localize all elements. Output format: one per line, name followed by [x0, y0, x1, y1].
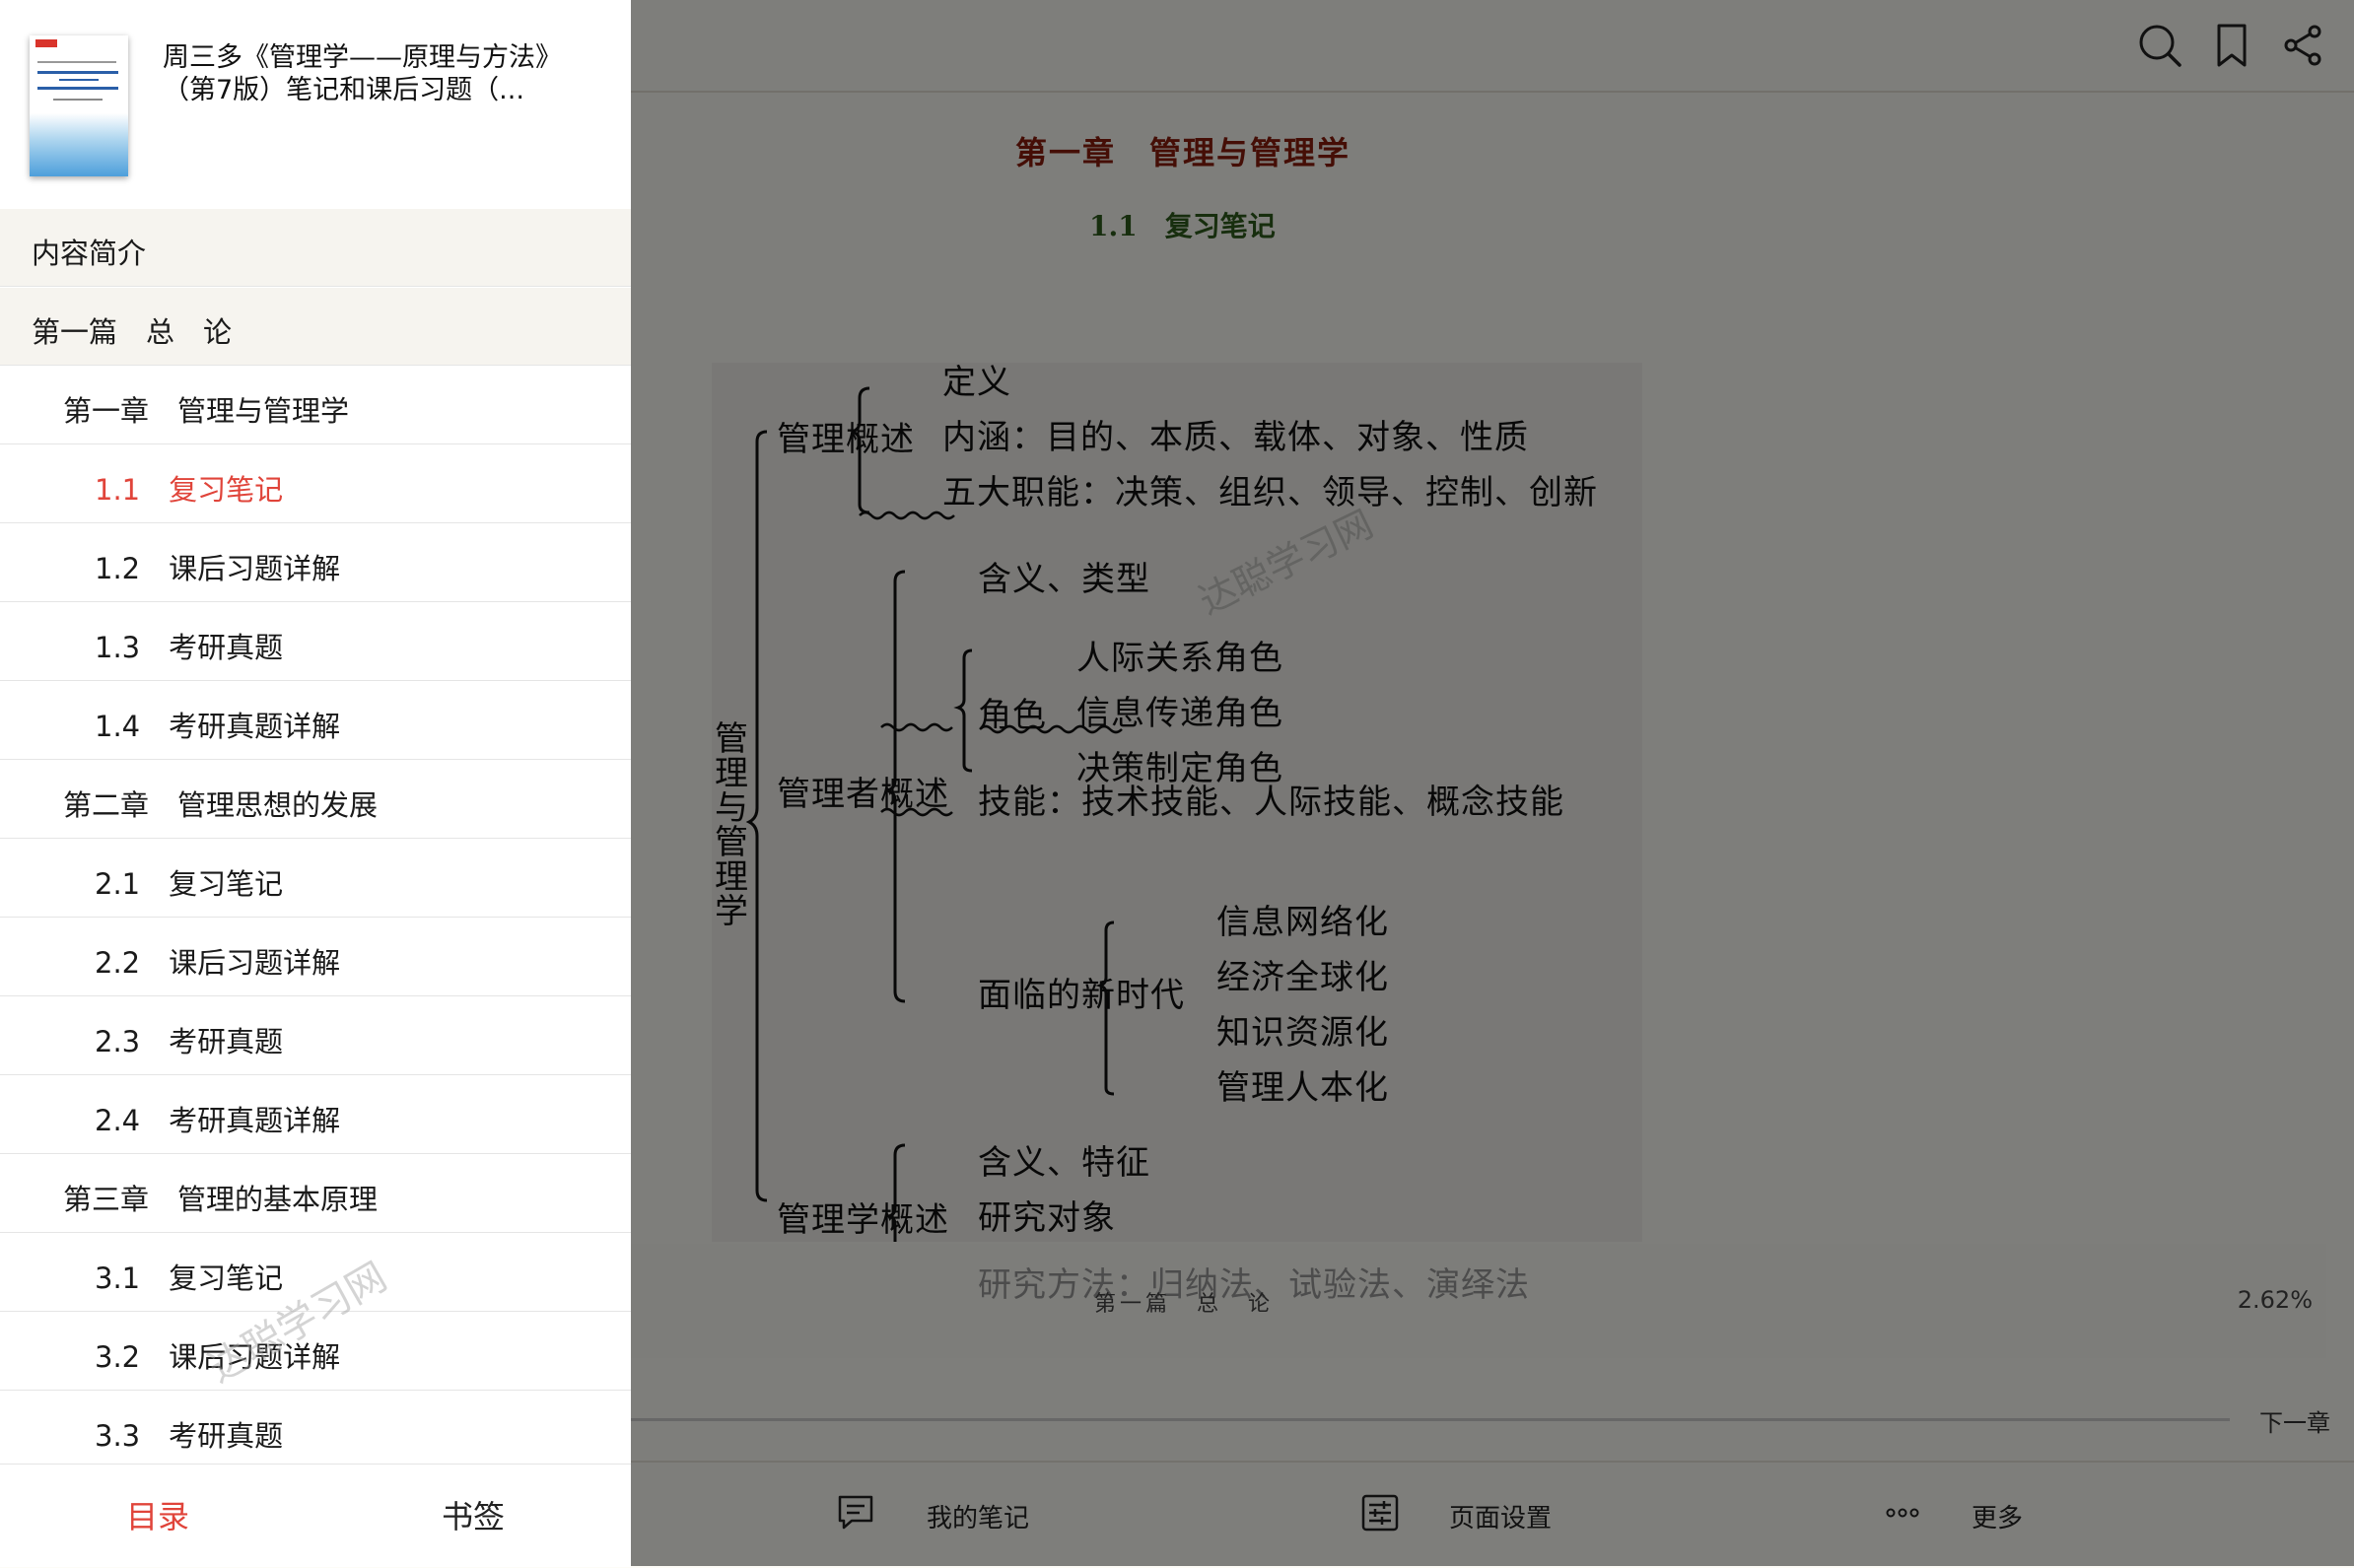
- toc-item-label: 3.1 复习笔记: [95, 1261, 284, 1295]
- toc-item[interactable]: 内容简介: [0, 209, 631, 287]
- publisher-logo: [35, 39, 57, 47]
- toc-item[interactable]: 2.2 课后习题详解: [0, 919, 631, 996]
- toc-item[interactable]: 第一章 管理与管理学: [0, 367, 631, 444]
- toc-item-label: 内容简介: [32, 237, 147, 270]
- toc-item-label: 2.3 考研真题: [95, 1025, 284, 1058]
- tab-bookmarks[interactable]: 书签: [442, 1492, 505, 1537]
- book-title-continued: （第7版）笔记和课后习题（...: [163, 75, 524, 105]
- toc-item[interactable]: 1.3 考研真题: [0, 603, 631, 681]
- toc-item-label: 2.2 课后习题详解: [95, 946, 341, 980]
- toc-drawer: 周三多《管理学——原理与方法》 （第7版）笔记和课后习题（... 内容简介第一篇…: [0, 0, 631, 1567]
- drawer-tabs: 目录 书签: [0, 1464, 631, 1567]
- toc-item[interactable]: 2.3 考研真题: [0, 997, 631, 1075]
- toc-item-label: 第一篇 总 论: [32, 315, 233, 349]
- toc-item[interactable]: 1.4 考研真题详解: [0, 682, 631, 760]
- toc-item-label: 第一章 管理与管理学: [63, 394, 350, 428]
- book-header: 周三多《管理学——原理与方法》 （第7版）笔记和课后习题（...: [0, 0, 631, 207]
- toc-item[interactable]: 1.1 复习笔记: [0, 445, 631, 523]
- toc-item-label: 第二章 管理思想的发展: [63, 788, 379, 822]
- toc-item-label: 2.1 复习笔记: [95, 867, 284, 901]
- toc-item[interactable]: 3.3 考研真题: [0, 1392, 631, 1464]
- toc-item-label: 2.4 考研真题详解: [95, 1104, 341, 1137]
- toc-item-label: 1.1 复习笔记: [95, 473, 284, 507]
- toc-item[interactable]: 2.1 复习笔记: [0, 840, 631, 918]
- toc-item-label: 1.3 考研真题: [95, 631, 284, 664]
- book-cover: [30, 35, 128, 176]
- toc-item-label: 1.4 考研真题详解: [95, 710, 341, 743]
- toc-item[interactable]: 第三章 管理的基本原理: [0, 1155, 631, 1233]
- toc-item[interactable]: 1.2 课后习题详解: [0, 524, 631, 602]
- tab-contents[interactable]: 目录: [126, 1492, 189, 1537]
- toc-item-label: 3.3 考研真题: [95, 1419, 284, 1453]
- toc-item[interactable]: 第一篇 总 论: [0, 288, 631, 366]
- toc-item[interactable]: 2.4 考研真题详解: [0, 1076, 631, 1154]
- toc-item-label: 第三章 管理的基本原理: [63, 1183, 379, 1216]
- toc-item[interactable]: 第二章 管理思想的发展: [0, 761, 631, 839]
- toc-item-label: 1.2 课后习题详解: [95, 552, 341, 585]
